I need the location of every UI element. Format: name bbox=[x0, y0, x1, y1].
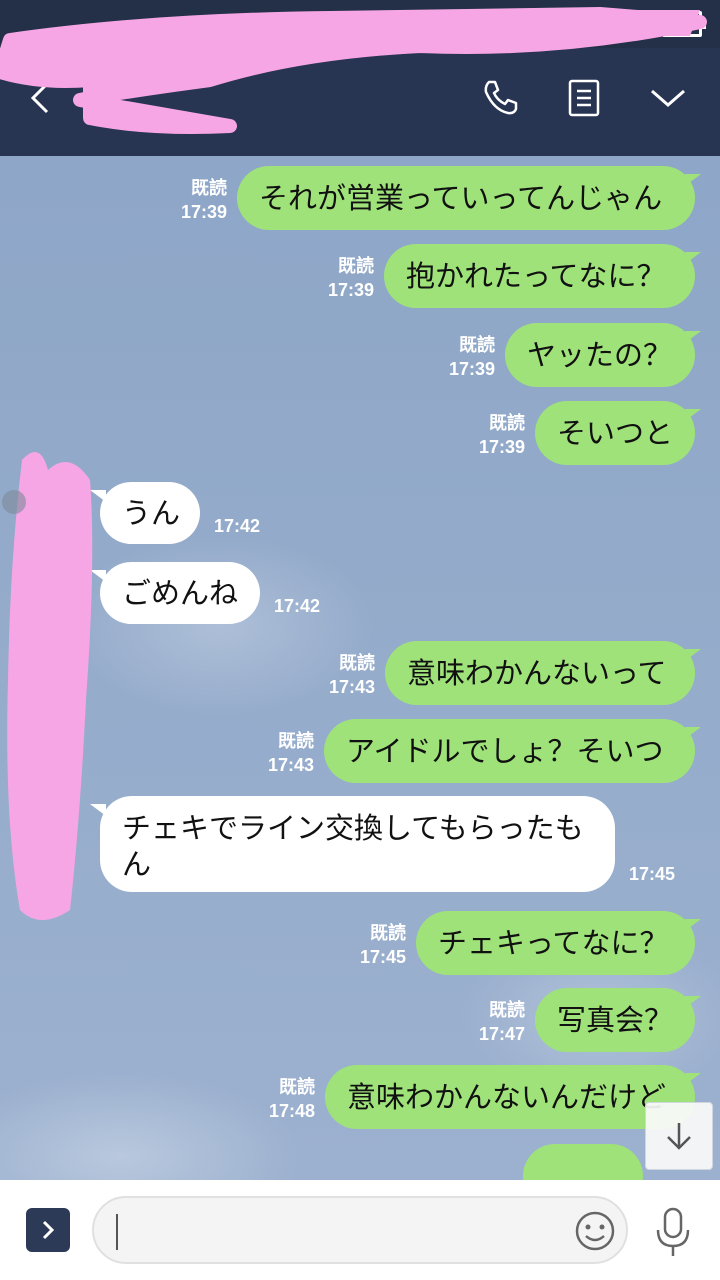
read-receipt: 既読 bbox=[278, 731, 314, 751]
message-meta: 既読 17:39 bbox=[455, 411, 525, 459]
bubble-tail bbox=[90, 804, 106, 816]
phone-icon bbox=[484, 80, 518, 115]
mic-icon bbox=[656, 1207, 690, 1256]
message-time: 17:47 bbox=[478, 1024, 525, 1044]
message-text: そいつと bbox=[557, 416, 674, 450]
message-text: アイドルでしょ？そいつ bbox=[346, 734, 664, 768]
read-receipt: 既読 bbox=[191, 178, 227, 198]
bubble-tail bbox=[90, 490, 106, 502]
message-meta: 既読 17:43 bbox=[305, 651, 375, 699]
message-bubble[interactable]: チェキでライン交換してもらったもん bbox=[100, 796, 615, 892]
message-time: 17:48 bbox=[268, 1101, 315, 1121]
expand-icon bbox=[42, 1220, 55, 1240]
bubble-tail bbox=[685, 996, 701, 1008]
chevron-down-icon bbox=[651, 89, 685, 107]
message-bubble[interactable]: ヤッたの？ bbox=[505, 323, 695, 387]
bubble-tail bbox=[685, 727, 701, 739]
expand-menu-button[interactable] bbox=[26, 1208, 70, 1252]
back-button[interactable] bbox=[10, 68, 70, 128]
message-time: 17:42 bbox=[274, 596, 321, 616]
voice-input-button[interactable] bbox=[650, 1206, 696, 1258]
battery-icon bbox=[662, 10, 706, 37]
message-time: 17:39 bbox=[448, 359, 495, 379]
scroll-to-bottom-button[interactable] bbox=[645, 1102, 713, 1170]
message-time: 17:43 bbox=[328, 677, 375, 697]
message-meta: 既読 17:45 bbox=[336, 921, 406, 969]
chat-header bbox=[0, 48, 720, 156]
status-bar: 21% bbox=[0, 0, 720, 48]
bubble-tail bbox=[685, 331, 701, 343]
message-text: ごめんね bbox=[122, 576, 239, 610]
message-bubble[interactable]: 意味わかんないって bbox=[385, 641, 695, 705]
message-bubble[interactable]: ごめんね bbox=[100, 562, 260, 624]
call-button[interactable] bbox=[470, 68, 530, 128]
message-text: 意味わかんないって bbox=[407, 656, 667, 690]
read-receipt: 既読 bbox=[339, 653, 375, 673]
read-receipt: 既読 bbox=[489, 1000, 525, 1020]
bubble-tail bbox=[685, 252, 701, 264]
bubble-tail bbox=[685, 919, 701, 931]
bubble-tail bbox=[685, 1073, 701, 1085]
bubble-tail bbox=[90, 570, 106, 582]
bubble-tail bbox=[685, 649, 701, 661]
read-receipt: 既読 bbox=[459, 335, 495, 355]
message-meta: 既読 17:39 bbox=[304, 254, 374, 302]
message-text: それが営業っていってんじゃん bbox=[259, 181, 663, 215]
message-time: 17:39 bbox=[478, 437, 525, 457]
message-bubble[interactable]: それが営業っていってんじゃん bbox=[237, 166, 695, 230]
chat-area[interactable]: それが営業っていってんじゃん 既読 17:39 抱かれたってなに？ 既読 17:39 ヤッた… bbox=[0, 156, 720, 1180]
message-input[interactable] bbox=[92, 1196, 628, 1264]
read-receipt: 既読 bbox=[370, 923, 406, 943]
message-text: 抱かれたってなに？ bbox=[406, 259, 666, 293]
message-bubble[interactable]: チェキってなに？ bbox=[416, 911, 695, 975]
message-text: チェキってなに？ bbox=[438, 926, 669, 960]
bubble-tail bbox=[685, 174, 701, 186]
message-bubble[interactable]: 意味わかんないんだけど bbox=[325, 1065, 695, 1129]
input-bar bbox=[0, 1180, 720, 1280]
message-bubble[interactable]: 写真会？ bbox=[535, 988, 695, 1052]
message-meta: 既読 17:39 bbox=[157, 176, 227, 224]
read-receipt: 既読 bbox=[489, 413, 525, 433]
message-meta: 既読 17:39 bbox=[425, 333, 495, 381]
text-caret bbox=[116, 1214, 118, 1250]
message-bubble[interactable]: うん bbox=[100, 482, 200, 544]
status-right: 21% bbox=[560, 8, 706, 39]
scroll-down-icon bbox=[667, 1123, 691, 1150]
message-text: ヤッたの？ bbox=[527, 338, 673, 372]
notes-button[interactable] bbox=[554, 68, 614, 128]
message-text: 意味わかんないんだけど bbox=[347, 1080, 667, 1114]
message-time: 17:45 bbox=[359, 947, 406, 967]
bubble-tail bbox=[685, 409, 701, 421]
message-time: 17:42 bbox=[214, 516, 261, 536]
read-receipt: 既読 bbox=[279, 1077, 315, 1097]
message-text: 写真会？ bbox=[557, 1003, 674, 1037]
read-receipt: 既読 bbox=[338, 256, 374, 276]
message-bubble[interactable]: 抱かれたってなに？ bbox=[384, 244, 695, 308]
signal-icon bbox=[560, 10, 590, 37]
battery-percent: 21% bbox=[599, 8, 652, 38]
message-text: うん bbox=[122, 496, 181, 530]
message-bubble[interactable]: アイドルでしょ？そいつ bbox=[324, 719, 695, 783]
message-time: 17:45 bbox=[629, 864, 676, 884]
message-bubble-partial[interactable] bbox=[523, 1144, 643, 1180]
message-meta: 既読 17:43 bbox=[244, 729, 314, 777]
back-icon bbox=[30, 82, 49, 114]
message-time: 17:39 bbox=[180, 202, 227, 222]
message-meta: 既読 17:47 bbox=[455, 998, 525, 1046]
menu-toggle-button[interactable] bbox=[638, 68, 698, 128]
notes-icon bbox=[568, 79, 600, 117]
emoji-icon[interactable] bbox=[574, 1210, 616, 1252]
message-text: チェキでライン交換してもらったもん bbox=[122, 811, 584, 881]
message-time: 17:39 bbox=[327, 280, 374, 300]
message-time: 17:43 bbox=[267, 755, 314, 775]
message-bubble[interactable]: そいつと bbox=[535, 401, 695, 465]
message-meta: 既読 17:48 bbox=[245, 1075, 315, 1123]
